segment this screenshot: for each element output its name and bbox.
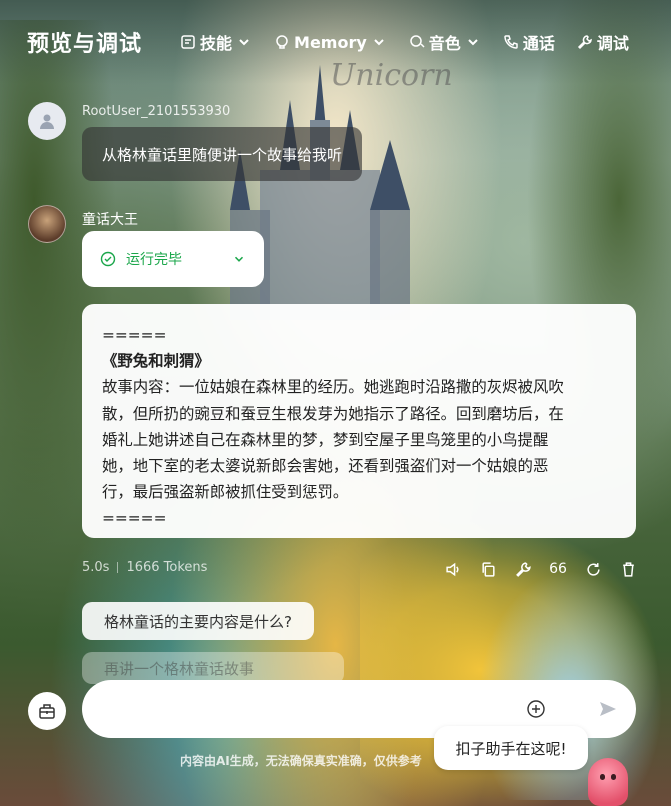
- nav-skills[interactable]: 技能: [180, 30, 252, 54]
- answer-line: 她，地下室的老太婆说新郎会害她，还看到强盗们对一个姑娘的恶: [102, 457, 549, 476]
- nav-voice[interactable]: 音色: [409, 30, 481, 54]
- nav-skills-label: 技能: [200, 34, 233, 53]
- skills-icon: [181, 35, 195, 49]
- user-avatar: [28, 102, 66, 140]
- nav-call[interactable]: 通话: [503, 30, 555, 54]
- divider: [117, 562, 119, 573]
- speaker-icon[interactable]: [444, 560, 462, 578]
- send-icon[interactable]: [598, 699, 618, 719]
- ai-disclaimer: 内容由AI生成，无法确保真实准确，仅供参考: [180, 754, 422, 768]
- nav-debug-label: 调试: [596, 34, 629, 53]
- nav-debug[interactable]: 调试: [577, 30, 629, 54]
- chevron-down-icon: [468, 39, 478, 46]
- toolbox-icon: [39, 704, 55, 719]
- regenerate-icon[interactable]: [584, 560, 602, 578]
- phone-icon: [504, 35, 518, 49]
- toolbox-button[interactable]: [28, 692, 66, 730]
- nav-voice-label: 音色: [428, 34, 461, 53]
- top-nav: 技能 Memory 音色 通话 调试: [180, 30, 629, 54]
- story-title: 《野兔和刺猬》: [102, 352, 210, 371]
- bot-avatar: [28, 205, 66, 243]
- delete-icon[interactable]: [619, 560, 637, 578]
- response-time: 5.0s: [82, 560, 110, 575]
- answer-line: 行，最后强盗新郎被抓住受到惩罚。: [102, 483, 349, 502]
- chevron-down-icon: [239, 39, 249, 46]
- bot-answer: ===== 《野兔和刺猬》 故事内容：一位姑娘在森林里的经历。她逃跑时沿路撒的灰…: [82, 304, 636, 538]
- debug-icon[interactable]: [514, 560, 532, 578]
- top-bar: 预览与调试 技能 Memory 音色 通话 调试: [0, 0, 671, 84]
- user-icon: [40, 114, 54, 129]
- nav-call-label: 通话: [522, 34, 555, 53]
- message-actions: 66: [444, 560, 637, 578]
- add-circle-icon[interactable]: [526, 699, 546, 719]
- chevron-down-icon: [374, 39, 384, 46]
- voice-icon: [410, 35, 425, 48]
- answer-line: =====: [102, 326, 167, 344]
- response-meta: 5.0s 1666 Tokens: [82, 560, 207, 575]
- memory-icon: [276, 35, 288, 49]
- run-status-card[interactable]: 运行完毕: [82, 231, 264, 287]
- user-name: RootUser_2101553930: [82, 104, 231, 119]
- answer-line: =====: [102, 509, 167, 528]
- chevron-down-icon: [234, 256, 244, 262]
- answer-line: 散，但所扔的豌豆和蚕豆生根发芽为她指示了路径。回到磨坊后，在: [102, 404, 564, 423]
- token-count: 1666 Tokens: [126, 560, 208, 575]
- nav-memory-label: Memory: [294, 32, 367, 52]
- wrench-icon: [577, 35, 592, 50]
- nav-memory[interactable]: Memory: [274, 33, 387, 52]
- answer-line: 婚礼上她讲述自己在森林里的梦，梦到空屋子里鸟笼里的小鸟提醒: [102, 430, 549, 449]
- assistant-mascot[interactable]: [588, 758, 628, 806]
- bot-name: 童话大王: [82, 212, 138, 228]
- assistant-helper-bubble[interactable]: 扣子助手在这呢!: [434, 726, 588, 770]
- chat-input[interactable]: [100, 700, 526, 718]
- user-message: 从格林童话里随便讲一个故事给我听: [82, 127, 363, 181]
- suggested-question[interactable]: 格林童话的主要内容是什么?: [82, 602, 314, 640]
- copy-icon[interactable]: [479, 560, 497, 578]
- quote-icon[interactable]: 66: [549, 560, 567, 578]
- answer-line: 故事内容：一位姑娘在森林里的经历。她逃跑时沿路撒的灰烬被风吹: [102, 378, 564, 397]
- run-status-label: 运行完毕: [126, 252, 182, 268]
- check-circle-icon: [100, 251, 116, 267]
- page-title: 预览与调试: [27, 32, 143, 57]
